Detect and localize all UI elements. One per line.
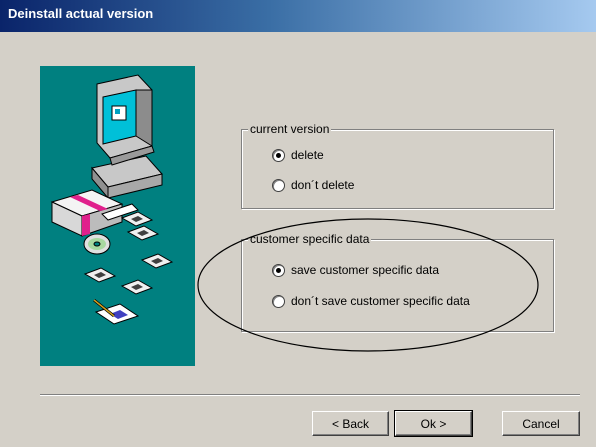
- dont-save-customer-data-label[interactable]: don´t save customer specific data: [291, 294, 470, 308]
- install-box-icon: [50, 189, 139, 237]
- dont-delete-label[interactable]: don´t delete: [291, 178, 354, 192]
- delete-label[interactable]: delete: [291, 148, 324, 162]
- current-version-group-title: current version: [248, 122, 332, 136]
- customer-data-group-title: customer specific data: [248, 232, 372, 246]
- current-version-group: current version delete don´t delete: [241, 122, 554, 209]
- dont-save-customer-data-radio[interactable]: [272, 294, 285, 308]
- title-bar[interactable]: Deinstall actual version: [0, 0, 598, 32]
- document-pen-icon: [93, 298, 140, 325]
- window-title: Deinstall actual version: [8, 6, 154, 21]
- ok-button[interactable]: Ok >: [394, 410, 473, 437]
- customer-data-group: customer specific data save customer spe…: [241, 232, 554, 332]
- cancel-button[interactable]: Cancel: [502, 411, 580, 436]
- setup-illustration: [40, 66, 195, 366]
- dont-delete-radio[interactable]: [272, 178, 285, 192]
- delete-option[interactable]: delete: [272, 147, 324, 163]
- dont-save-customer-data-option[interactable]: don´t save customer specific data: [272, 293, 470, 309]
- back-button[interactable]: < Back: [312, 411, 389, 436]
- save-customer-data-option[interactable]: save customer specific data: [272, 262, 439, 278]
- dont-delete-option[interactable]: don´t delete: [272, 177, 354, 193]
- button-separator: [40, 394, 580, 396]
- dialog-window: Deinstall actual version current version…: [0, 0, 598, 447]
- computer-icon: [91, 74, 163, 200]
- cd-icon: [83, 233, 111, 255]
- delete-radio[interactable]: [272, 148, 285, 162]
- save-customer-data-label[interactable]: save customer specific data: [291, 263, 439, 277]
- setup-illustration-art: [50, 74, 174, 325]
- save-customer-data-radio[interactable]: [272, 263, 285, 277]
- window-edge: [596, 0, 598, 447]
